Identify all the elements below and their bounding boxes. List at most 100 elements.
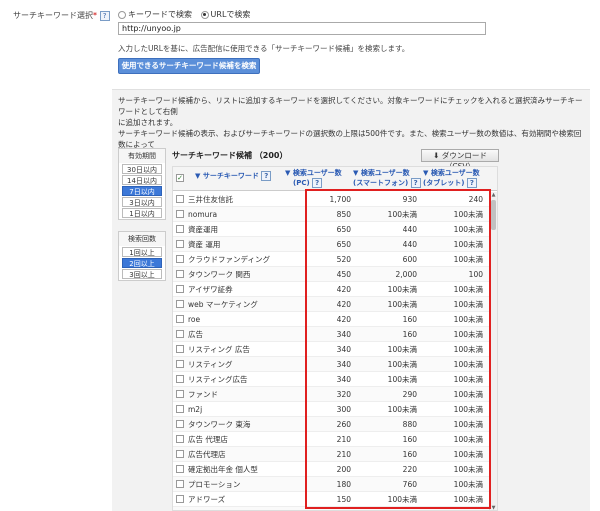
pc-users-cell: 180 bbox=[336, 480, 351, 489]
row-checkbox[interactable] bbox=[176, 420, 184, 428]
sp-users-cell: 100未満 bbox=[387, 405, 417, 414]
header-pc-users[interactable]: ▼ 検索ユーザー数 (PC) ? bbox=[285, 169, 342, 188]
row-checkbox[interactable] bbox=[176, 330, 184, 338]
row-checkbox[interactable] bbox=[176, 315, 184, 323]
scroll-down-icon[interactable]: ▼ bbox=[490, 505, 497, 510]
keyword-cell: nomura bbox=[188, 210, 218, 219]
table-row[interactable]: プロモーション 180 760 100未満 bbox=[173, 477, 491, 492]
keyword-cell: リスティング広告 bbox=[188, 375, 248, 384]
table-row[interactable]: リスティング 340 100未満 100未満 bbox=[173, 357, 491, 372]
tablet-users-cell: 100 bbox=[468, 270, 483, 279]
help-icon[interactable]: ? bbox=[261, 171, 272, 181]
table-row[interactable]: 三井住友信託 1,700 930 240 bbox=[173, 192, 491, 207]
row-checkbox[interactable] bbox=[176, 405, 184, 413]
header-pc-sub: (PC) bbox=[293, 179, 310, 187]
radio-keyword-label: キーワードで検索 bbox=[128, 10, 192, 19]
table-row[interactable]: タウンワーク 関西 450 2,000 100 bbox=[173, 267, 491, 282]
count-option-3[interactable]: 3回以上 bbox=[122, 269, 162, 279]
row-checkbox[interactable] bbox=[176, 360, 184, 368]
period-filter: 有効期間 30日以内 14日以内 7日以内 3日以内 1日以内 bbox=[118, 148, 166, 220]
pc-users-cell: 1,700 bbox=[329, 195, 351, 204]
radio-keyword-search[interactable]: キーワードで検索 bbox=[118, 9, 192, 20]
row-checkbox[interactable] bbox=[176, 390, 184, 398]
table-row[interactable]: タウンワーク 東海 260 880 100未満 bbox=[173, 417, 491, 432]
table-row[interactable]: 広告代理店 210 160 100未満 bbox=[173, 447, 491, 462]
help-icon[interactable]: ? bbox=[312, 178, 323, 188]
row-checkbox[interactable] bbox=[176, 495, 184, 503]
sp-users-cell: 100未満 bbox=[387, 210, 417, 219]
keyword-cell: roe bbox=[188, 315, 201, 324]
pc-users-cell: 210 bbox=[336, 450, 351, 459]
table-row[interactable]: リスティング広告 340 100未満 100未満 bbox=[173, 372, 491, 387]
tablet-users-cell: 100未満 bbox=[453, 495, 483, 504]
sp-users-cell: 160 bbox=[402, 315, 417, 324]
keyword-cell: タウンワーク 関西 bbox=[188, 270, 251, 279]
sp-users-cell: 600 bbox=[402, 255, 417, 264]
header-pc-label: ▼ 検索ユーザー数 bbox=[285, 169, 342, 177]
row-checkbox[interactable] bbox=[176, 210, 184, 218]
select-all-checkbox[interactable]: ✓ bbox=[176, 174, 184, 182]
pc-users-cell: 520 bbox=[336, 255, 351, 264]
count-option-2[interactable]: 2回以上 bbox=[122, 258, 162, 268]
help-icon[interactable]: ? bbox=[410, 178, 421, 188]
table-row[interactable]: クラウドファンディング 520 600 100未満 bbox=[173, 252, 491, 267]
period-option-30[interactable]: 30日以内 bbox=[122, 164, 162, 174]
row-checkbox[interactable] bbox=[176, 270, 184, 278]
header-tablet-users[interactable]: ▼ 検索ユーザー数 (タブレット) ? bbox=[423, 169, 480, 188]
sp-users-cell: 160 bbox=[402, 435, 417, 444]
table-row[interactable]: web マーケティング 420 100未満 100未満 bbox=[173, 297, 491, 312]
table-row[interactable]: インターネット広告 140 100未満 100未満 bbox=[173, 507, 491, 510]
table-row[interactable]: 資産 運用 650 440 100未満 bbox=[173, 237, 491, 252]
table-row[interactable]: 広告 代理店 210 160 100未満 bbox=[173, 432, 491, 447]
row-checkbox[interactable] bbox=[176, 480, 184, 488]
header-sp-label: ▼ 検索ユーザー数 bbox=[353, 169, 410, 177]
tablet-users-cell: 100未満 bbox=[453, 480, 483, 489]
help-icon[interactable]: ? bbox=[99, 10, 110, 21]
table-row[interactable]: アドワーズ 150 100未満 100未満 bbox=[173, 492, 491, 507]
row-checkbox[interactable] bbox=[176, 375, 184, 383]
table-row[interactable]: roe 420 160 100未満 bbox=[173, 312, 491, 327]
table-row[interactable]: 確定拠出年金 個人型 200 220 100未満 bbox=[173, 462, 491, 477]
period-option-3[interactable]: 3日以内 bbox=[122, 197, 162, 207]
keyword-cell: リスティング 広告 bbox=[188, 345, 250, 354]
url-input[interactable] bbox=[118, 22, 486, 35]
table-row[interactable]: ファンド 320 290 100未満 bbox=[173, 387, 491, 402]
row-checkbox[interactable] bbox=[176, 345, 184, 353]
period-option-1[interactable]: 1日以内 bbox=[122, 208, 162, 218]
header-sp-users[interactable]: ▼ 検索ユーザー数 (スマートフォン) ? bbox=[353, 169, 421, 188]
table-row[interactable]: nomura 850 100未満 100未満 bbox=[173, 207, 491, 222]
tablet-users-cell: 100未満 bbox=[454, 507, 483, 510]
radio-url-search[interactable]: URLで検索 bbox=[200, 9, 250, 20]
table-row[interactable]: 広告 340 160 100未満 bbox=[173, 327, 491, 342]
period-option-14[interactable]: 14日以内 bbox=[122, 175, 162, 185]
row-checkbox[interactable] bbox=[176, 240, 184, 248]
help-icon[interactable]: ? bbox=[466, 178, 477, 188]
table-scrollbar[interactable]: ▲ ▼ bbox=[489, 192, 497, 510]
table-row[interactable]: 資産運用 650 440 100未満 bbox=[173, 222, 491, 237]
table-row[interactable]: m2j 300 100未満 100未満 bbox=[173, 402, 491, 417]
pc-users-cell: 850 bbox=[336, 210, 351, 219]
sp-users-cell: 880 bbox=[402, 420, 417, 429]
search-keyword-candidates-button[interactable]: 使用できるサーチキーワード候補を検索 bbox=[118, 58, 260, 74]
scroll-thumb[interactable] bbox=[491, 200, 496, 230]
row-checkbox[interactable] bbox=[176, 285, 184, 293]
row-checkbox[interactable] bbox=[176, 465, 184, 473]
count-option-1[interactable]: 1回以上 bbox=[122, 247, 162, 257]
row-checkbox[interactable] bbox=[176, 225, 184, 233]
row-checkbox[interactable] bbox=[176, 195, 184, 203]
row-checkbox[interactable] bbox=[176, 435, 184, 443]
header-keyword[interactable]: ▼ サーチキーワード ? bbox=[195, 171, 272, 181]
row-checkbox[interactable] bbox=[176, 255, 184, 263]
keyword-cell: web マーケティング bbox=[188, 300, 258, 309]
period-option-7[interactable]: 7日以内 bbox=[122, 186, 162, 196]
pc-users-cell: 420 bbox=[336, 285, 351, 294]
download-csv-button[interactable]: ⬇ ダウンロード（CSV） bbox=[421, 149, 499, 171]
table-row[interactable]: アイザワ証券 420 100未満 100未満 bbox=[173, 282, 491, 297]
table-row[interactable]: リスティング 広告 340 100未満 100未満 bbox=[173, 342, 491, 357]
row-checkbox[interactable] bbox=[176, 450, 184, 458]
scroll-up-icon[interactable]: ▲ bbox=[490, 192, 497, 199]
tablet-users-cell: 100未満 bbox=[453, 285, 483, 294]
count-filter: 検索回数 1回以上 2回以上 3回以上 bbox=[118, 231, 166, 281]
intro-line: サーチキーワード候補から、リストに追加するキーワードを選択してください。対象キー… bbox=[118, 96, 583, 116]
row-checkbox[interactable] bbox=[176, 300, 184, 308]
